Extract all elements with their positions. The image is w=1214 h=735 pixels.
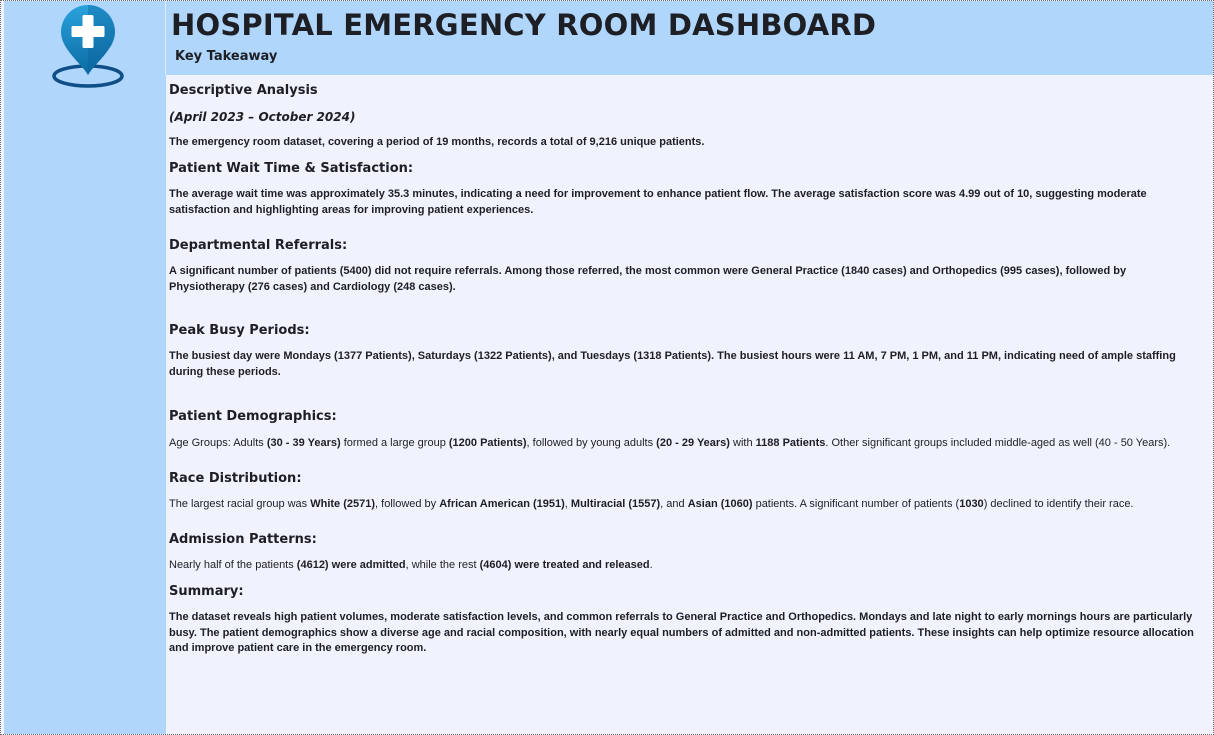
referrals-text: A significant number of patients (5400) … xyxy=(169,265,1127,293)
demographics-heading: Patient Demographics: xyxy=(169,409,337,424)
referrals-heading: Departmental Referrals: xyxy=(169,238,348,253)
wait-time-heading: Patient Wait Time & Satisfaction: xyxy=(169,161,414,176)
descriptive-period: (April 2023 – October 2024) xyxy=(169,110,356,124)
race-text: The largest racial group was White (2571… xyxy=(169,498,1134,510)
race-heading: Race Distribution: xyxy=(169,471,302,486)
header: HOSPITAL EMERGENCY ROOM DASHBOARD Key Ta… xyxy=(165,1,1213,75)
descriptive-text: The emergency room dataset, covering a p… xyxy=(169,136,705,148)
peak-text: The busiest day were Mondays (1377 Patie… xyxy=(169,350,1176,378)
admission-heading: Admission Patterns: xyxy=(169,532,317,547)
wait-time-text: The average wait time was approximately … xyxy=(169,188,1147,216)
summary-text: The dataset reveals high patient volumes… xyxy=(169,611,1194,654)
summary-heading: Summary: xyxy=(169,584,244,599)
descriptive-heading: Descriptive Analysis xyxy=(169,83,318,98)
hospital-location-pin-icon xyxy=(52,5,124,88)
dashboard-page: HOSPITAL EMERGENCY ROOM DASHBOARD Key Ta… xyxy=(0,0,1214,735)
sidebar xyxy=(4,1,166,734)
admission-text: Nearly half of the patients (4612) were … xyxy=(169,559,653,571)
demographics-text: Age Groups: Adults (30 - 39 Years) forme… xyxy=(169,437,1171,449)
peak-heading: Peak Busy Periods: xyxy=(169,323,310,338)
page-title: HOSPITAL EMERGENCY ROOM DASHBOARD xyxy=(171,8,877,42)
page-subtitle: Key Takeaway xyxy=(175,49,278,64)
